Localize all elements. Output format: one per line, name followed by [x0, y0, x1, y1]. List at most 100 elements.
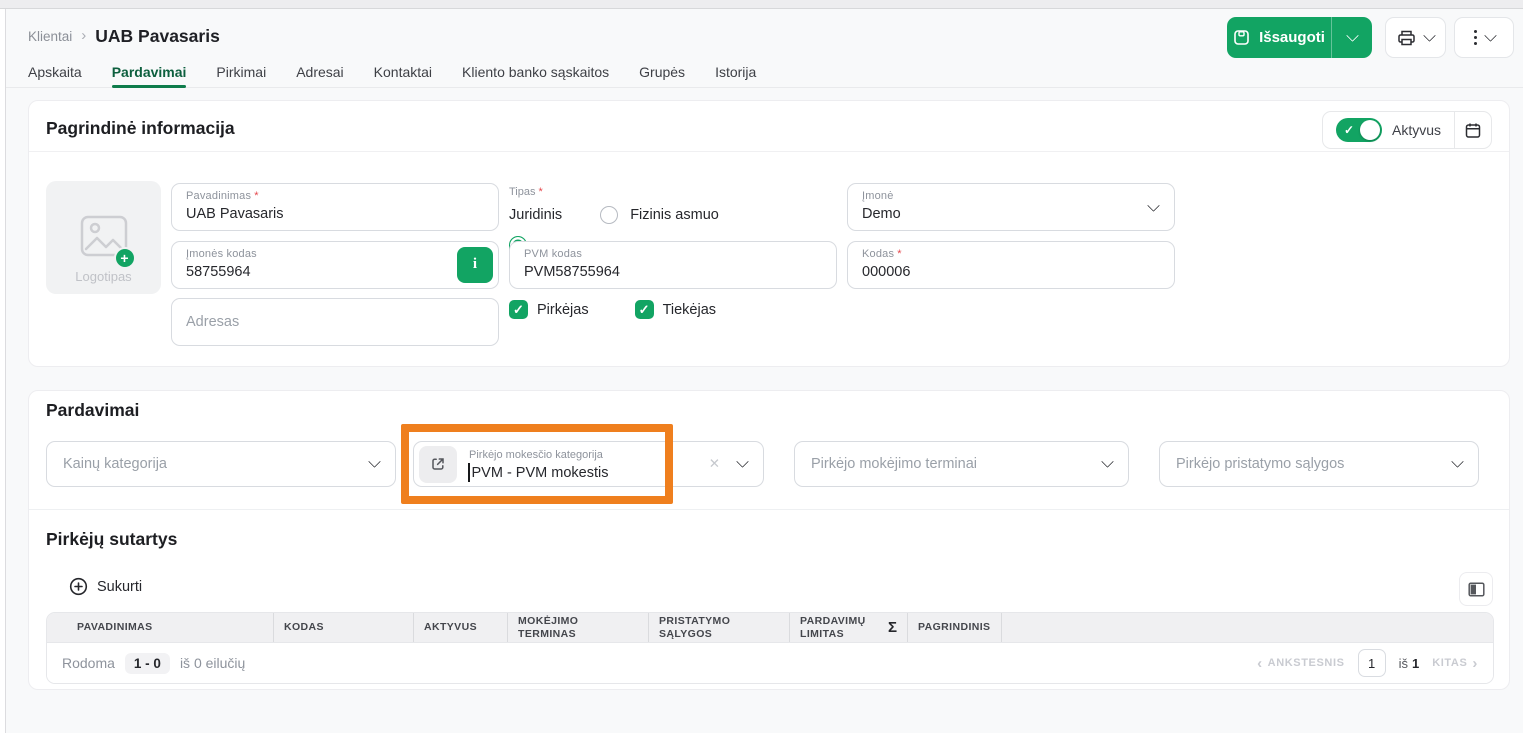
field-label: Įmonė — [862, 190, 1160, 202]
active-toggle-label: Aktyvus — [1392, 122, 1441, 138]
tab-kontaktai[interactable]: Kontaktai — [374, 56, 432, 87]
create-contract-label: Sukurti — [97, 579, 142, 595]
total-pages: 1 — [1412, 656, 1419, 671]
field-label: Pavadinimas — [186, 190, 251, 202]
pavadinimas-value: UAB Pavasaris — [186, 206, 484, 222]
chevron-down-icon — [1484, 29, 1497, 42]
info-icon: i — [473, 256, 477, 273]
company-info-button[interactable]: i — [457, 247, 493, 283]
column-header-pagrindinis[interactable]: PAGRINDINIS — [908, 613, 1002, 642]
showing-label: Rodoma — [62, 655, 115, 671]
external-link-icon — [430, 456, 446, 472]
check-icon: ✓ — [1344, 123, 1354, 137]
breadcrumb: Klientai › UAB Pavasaris — [28, 26, 220, 47]
column-header-pardavimu-limitas[interactable]: PARDAVIMŲ LIMITAS Σ — [790, 613, 908, 642]
image-placeholder-icon: + — [80, 215, 128, 262]
tab-pardavimai[interactable]: Pardavimai — [112, 56, 187, 87]
previous-page-button[interactable]: ‹ ANKSTESNIS — [1257, 655, 1345, 672]
total-rows-label: iš 0 eilučių — [180, 655, 245, 671]
card-divider — [29, 509, 1509, 510]
toggle-knob — [1360, 120, 1380, 140]
active-toggle[interactable]: ✓ — [1336, 118, 1382, 142]
tab-grupes[interactable]: Grupės — [639, 56, 685, 87]
create-contract-button[interactable]: Sukurti — [69, 577, 142, 596]
logo-label: Logotipas — [46, 269, 161, 284]
tab-istorija[interactable]: Istorija — [715, 56, 756, 87]
of-label: iš — [1399, 656, 1408, 671]
chevron-left-icon: ‹ — [1257, 655, 1263, 672]
column-header-kodas[interactable]: KODAS — [274, 613, 414, 642]
sales-title: Pardavimai — [46, 400, 139, 421]
pirkejo-mokescio-kategorija-select[interactable]: Pirkėjo mokesčio kategorija PVM - PVM mo… — [413, 441, 764, 487]
select-label: Pirkėjo mokesčio kategorija — [469, 449, 603, 461]
tab-pirkimai[interactable]: Pirkimai — [216, 56, 266, 87]
radio-unselected-icon[interactable] — [600, 206, 618, 224]
column-header-spacer — [1002, 613, 1493, 642]
kainu-kategorija-select[interactable]: Kainų kategorija — [46, 441, 396, 487]
save-button-main[interactable]: Išsaugoti — [1227, 29, 1331, 46]
pirkejo-pristatymo-salygos-select[interactable]: Pirkėjo pristatymo sąlygos — [1159, 441, 1479, 487]
kodas-field[interactable]: Kodas* 000006 — [847, 241, 1175, 289]
breadcrumb-parent-link[interactable]: Klientai — [28, 29, 72, 44]
pagination: ‹ ANKSTESNIS 1 iš 1 KITAS › — [1257, 649, 1478, 677]
role-checkboxes: ✓ Pirkėjas ✓ Tiekėjas — [509, 300, 716, 319]
row-range-badge: 1 - 0 — [125, 653, 170, 674]
checkbox-checked-icon[interactable]: ✓ — [509, 300, 528, 319]
check-icon: ✓ — [513, 302, 524, 318]
column-header-aktyvus[interactable]: AKTYVUS — [414, 613, 508, 642]
tipas-group: Tipas* Juridinis Fizinis asmuo — [509, 186, 719, 224]
logo-upload[interactable]: + Logotipas — [46, 181, 161, 294]
field-label: Įmonės kodas — [186, 248, 484, 260]
validity-calendar-button[interactable] — [1454, 112, 1491, 148]
column-header-pavadinimas[interactable]: PAVADINIMAS — [47, 613, 274, 642]
page-title: UAB Pavasaris — [95, 26, 220, 47]
imone-value: Demo — [862, 206, 1160, 222]
save-icon — [1233, 29, 1250, 46]
select-placeholder: Pirkėjo pristatymo sąlygos — [1176, 456, 1344, 472]
checkbox-checked-icon[interactable]: ✓ — [635, 300, 654, 319]
text-cursor — [468, 463, 470, 482]
open-record-button[interactable] — [419, 446, 457, 483]
column-header-mokejimo-terminas[interactable]: MOKĖJIMO TERMINAS — [508, 613, 649, 642]
current-page-input[interactable]: 1 — [1358, 649, 1386, 677]
tab-apskaita[interactable]: Apskaita — [28, 56, 82, 87]
sum-icon: Σ — [888, 619, 897, 637]
tab-bar: Apskaita Pardavimai Pirkimai Adresai Kon… — [6, 56, 1523, 88]
adresas-field[interactable]: Adresas — [171, 298, 499, 346]
pvm-kodas-value: PVM58755964 — [524, 264, 822, 280]
radio-option-fizinis-asmuo[interactable]: Fizinis asmuo — [600, 206, 719, 224]
add-logo-plus-icon: + — [114, 247, 136, 269]
kodas-value: 000006 — [862, 264, 1160, 280]
next-page-button[interactable]: KITAS › — [1432, 655, 1478, 672]
calendar-icon — [1465, 122, 1481, 139]
column-header-pristatymo-salygos[interactable]: PRISTATYMO SĄLYGOS — [649, 613, 790, 642]
radio-label: Fizinis asmuo — [630, 207, 719, 223]
required-mark: * — [539, 186, 543, 198]
column-settings-button[interactable] — [1459, 572, 1493, 606]
pavadinimas-field[interactable]: Pavadinimas* UAB Pavasaris — [171, 183, 499, 231]
columns-icon — [1468, 582, 1485, 597]
print-button[interactable] — [1385, 17, 1446, 58]
imone-select[interactable]: Įmonė Demo — [847, 183, 1175, 231]
save-button[interactable]: Išsaugoti — [1227, 17, 1372, 58]
checkbox-pirkejas[interactable]: ✓ Pirkėjas — [509, 300, 589, 319]
tab-adresai[interactable]: Adresai — [296, 56, 343, 87]
pirkejo-mokejimo-terminai-select[interactable]: Pirkėjo mokėjimo terminai — [794, 441, 1129, 487]
kebab-menu-icon — [1474, 30, 1477, 44]
clear-icon[interactable]: ✕ — [709, 456, 720, 472]
field-label: Tipas — [509, 186, 536, 198]
more-actions-button[interactable] — [1454, 17, 1514, 58]
main-info-card: Pagrindinė informacija ✓ Aktyvus + — [28, 100, 1510, 367]
imones-kodas-field[interactable]: Įmonės kodas 58755964 i — [171, 241, 499, 289]
radio-option-juridinis[interactable]: Juridinis — [509, 206, 562, 224]
pvm-kodas-field[interactable]: PVM kodas PVM58755964 — [509, 241, 837, 289]
save-options-button[interactable] — [1332, 35, 1372, 40]
table-header-row: PAVADINIMAS KODAS AKTYVUS MOKĖJIMO TERMI… — [47, 613, 1493, 643]
printer-icon — [1397, 29, 1416, 47]
required-mark: * — [897, 248, 901, 260]
tab-kliento-banko-saskaitos[interactable]: Kliento banko sąskaitos — [462, 56, 609, 87]
plus-circle-icon — [69, 577, 88, 596]
chevron-right-icon: › — [1472, 655, 1478, 672]
checkbox-tiekejas[interactable]: ✓ Tiekėjas — [635, 300, 716, 319]
contracts-table: PAVADINIMAS KODAS AKTYVUS MOKĖJIMO TERMI… — [46, 612, 1494, 684]
